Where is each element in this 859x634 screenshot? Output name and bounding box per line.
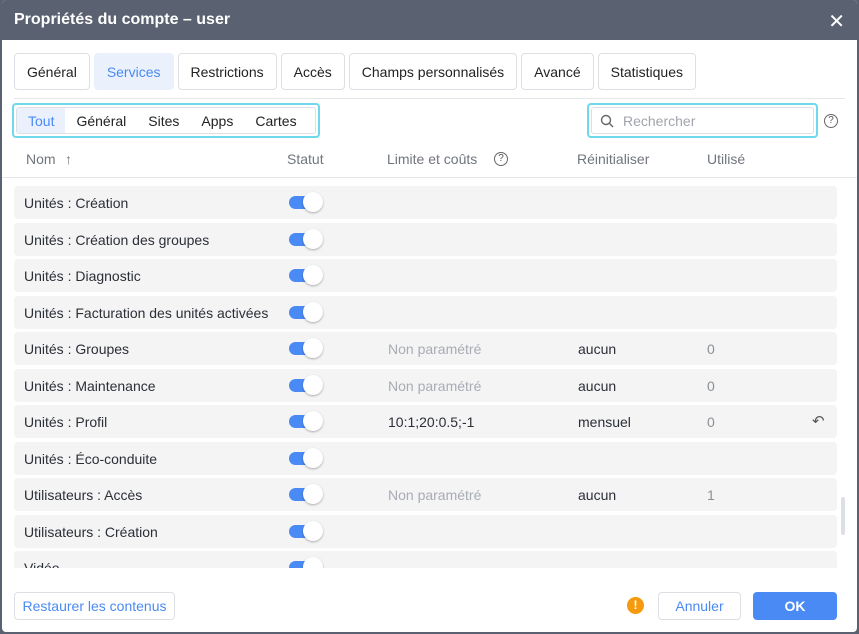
limit-value[interactable]: Non paramétré bbox=[388, 487, 481, 503]
help-icon[interactable]: ? bbox=[824, 114, 838, 128]
status-toggle[interactable] bbox=[289, 228, 323, 249]
table-row: Unités : Création des groupes bbox=[14, 222, 837, 256]
column-status[interactable]: Statut bbox=[287, 151, 324, 167]
status-toggle[interactable] bbox=[289, 192, 323, 212]
status-toggle[interactable] bbox=[289, 447, 323, 468]
status-toggle[interactable] bbox=[289, 374, 323, 395]
table-row: Utilisateurs : Création bbox=[14, 514, 837, 548]
table-row: Unités : Éco-conduite bbox=[14, 441, 837, 475]
search-box: Rechercher bbox=[587, 103, 818, 138]
sort-asc-icon[interactable]: ↑ bbox=[65, 151, 72, 167]
column-name[interactable]: Nom bbox=[26, 151, 56, 167]
service-name: Unités : Éco-conduite bbox=[24, 450, 158, 467]
service-name: Unités : Groupes bbox=[24, 341, 130, 357]
restore-button[interactable]: Restaurer les contenus bbox=[14, 592, 175, 620]
service-name: Unités : Maintenance bbox=[24, 377, 156, 394]
divider bbox=[14, 98, 845, 99]
table-row: Utilisateurs : Accès Non paramétré aucun… bbox=[14, 478, 837, 511]
status-toggle[interactable] bbox=[289, 338, 323, 358]
used-value: 1 bbox=[707, 487, 715, 503]
close-icon[interactable]: ✕ bbox=[828, 9, 845, 34]
table-header: Nom ↑ Statut Limite et coûts ? Réinitial… bbox=[2, 150, 857, 178]
filter-general[interactable]: Général bbox=[65, 108, 137, 133]
service-name: Unités : Diagnostic bbox=[24, 268, 141, 284]
service-name: Unités : Facturation des unités activées bbox=[24, 304, 269, 321]
limit-value[interactable]: Non paramétré bbox=[388, 378, 481, 394]
service-name: Unités : Profil bbox=[24, 414, 108, 430]
reset-value: aucun bbox=[578, 341, 617, 357]
service-name: Utilisateurs : Création bbox=[24, 523, 158, 540]
filter-apps[interactable]: Apps bbox=[190, 108, 244, 133]
status-toggle[interactable] bbox=[289, 301, 323, 322]
tab-advanced[interactable]: Avancé bbox=[521, 53, 594, 90]
services-list: Unités : Création Unités : Création des … bbox=[14, 186, 837, 568]
tab-custom-fields[interactable]: Champs personnalisés bbox=[348, 53, 518, 90]
tab-statistics[interactable]: Statistiques bbox=[597, 53, 696, 90]
used-value: 0 bbox=[707, 341, 715, 357]
table-row: Vidéo bbox=[14, 551, 837, 568]
column-reset[interactable]: Réinitialiser bbox=[577, 151, 649, 167]
table-row: Unités : Facturation des unités activées bbox=[14, 295, 837, 329]
dialog-titlebar: Propriétés du compte – user ✕ bbox=[2, 0, 857, 40]
status-toggle[interactable] bbox=[289, 411, 323, 431]
tab-general[interactable]: Général bbox=[14, 53, 90, 90]
service-name: Utilisateurs : Accès bbox=[24, 487, 143, 503]
account-properties-dialog: Propriétés du compte – user ✕ Général Se… bbox=[2, 0, 857, 632]
filter-maps[interactable]: Cartes bbox=[244, 108, 307, 133]
limit-value[interactable]: Non paramétré bbox=[388, 341, 481, 357]
reset-value: aucun bbox=[578, 487, 617, 503]
search-input[interactable]: Rechercher bbox=[591, 107, 814, 134]
reset-value: mensuel bbox=[578, 414, 631, 430]
service-name: Vidéo bbox=[24, 560, 60, 568]
filter-all[interactable]: Tout bbox=[17, 108, 66, 133]
filter-tabs: Tout Général Sites Apps Cartes bbox=[12, 103, 320, 138]
table-row: Unités : Maintenance Non paramétré aucun… bbox=[14, 368, 837, 402]
service-name: Unités : Création des groupes bbox=[24, 231, 210, 248]
status-toggle[interactable] bbox=[289, 265, 323, 285]
table-row: Unités : Groupes Non paramétré aucun 0 bbox=[14, 332, 837, 365]
search-placeholder: Rechercher bbox=[623, 112, 696, 129]
ok-button[interactable]: OK bbox=[753, 592, 837, 620]
scrollbar[interactable] bbox=[841, 497, 845, 535]
filter-sites[interactable]: Sites bbox=[137, 108, 190, 133]
status-toggle[interactable] bbox=[289, 484, 323, 504]
status-toggle[interactable] bbox=[289, 557, 323, 568]
table-row: Unités : Création bbox=[14, 186, 837, 219]
column-limit[interactable]: Limite et coûts bbox=[387, 151, 477, 167]
tab-services[interactable]: Services bbox=[93, 53, 174, 90]
tab-restrictions[interactable]: Restrictions bbox=[177, 53, 277, 90]
status-toggle[interactable] bbox=[289, 520, 323, 541]
limit-value[interactable]: 10:1;20:0.5;-1 bbox=[388, 414, 474, 430]
limit-help-icon[interactable]: ? bbox=[494, 152, 508, 166]
used-value: 0 bbox=[707, 377, 715, 394]
main-tabs: Général Services Restrictions Accès Cham… bbox=[14, 53, 696, 90]
reset-value: aucun bbox=[578, 377, 617, 394]
dialog-title: Propriétés du compte – user bbox=[14, 11, 231, 28]
table-row: Unités : Profil 10:1;20:0.5;-1 mensuel 0… bbox=[14, 405, 837, 438]
cancel-button[interactable]: Annuler bbox=[658, 592, 741, 620]
tab-access[interactable]: Accès bbox=[280, 53, 345, 90]
service-name: Unités : Création bbox=[24, 195, 129, 211]
warning-icon: ! bbox=[627, 597, 644, 614]
table-row: Unités : Diagnostic bbox=[14, 259, 837, 292]
search-icon bbox=[600, 114, 614, 127]
column-used[interactable]: Utilisé bbox=[707, 151, 745, 167]
reset-counter-icon[interactable]: ↶ bbox=[812, 412, 825, 430]
used-value: 0 bbox=[707, 414, 715, 430]
